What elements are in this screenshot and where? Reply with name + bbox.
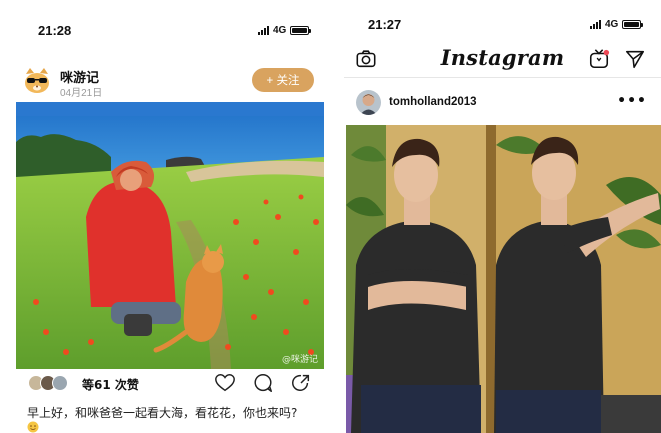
photo-watermark: @咪游记 bbox=[281, 355, 318, 365]
post-date: 04月21日 bbox=[60, 88, 103, 99]
notification-dot bbox=[603, 49, 610, 56]
user-avatar[interactable] bbox=[356, 90, 381, 115]
battery-icon bbox=[622, 20, 644, 29]
status-time: 21:27 bbox=[368, 17, 402, 32]
cat-sunglasses-icon[interactable] bbox=[22, 66, 52, 96]
signal-icon bbox=[590, 20, 601, 29]
instagram-logo[interactable]: Instagram bbox=[344, 45, 661, 70]
liker-avatar[interactable] bbox=[52, 375, 68, 391]
right-phone-screen: 21:27 4G Instagram tomholland2013 ••• bbox=[344, 0, 661, 433]
network-label: 4G bbox=[273, 25, 287, 36]
screenshot-divider bbox=[330, 0, 344, 433]
post-photo-seaside-cat[interactable]: @咪游记 bbox=[16, 102, 324, 369]
more-options-button[interactable]: ••• bbox=[617, 93, 647, 109]
engagement-row: 等61 次赞 bbox=[28, 372, 318, 396]
signal-icon bbox=[258, 26, 269, 35]
status-bar: 21:28 4G bbox=[0, 0, 330, 40]
seaside-scene-image bbox=[16, 102, 324, 369]
status-bar: 21:27 4G bbox=[344, 0, 661, 40]
post-caption: 早上好，和咪爸爸一起看大海，看花花，你也来吗? bbox=[27, 406, 298, 420]
comment-icon[interactable] bbox=[252, 372, 274, 394]
follow-button[interactable]: + 关注 bbox=[252, 68, 314, 92]
instagram-top-bar: Instagram bbox=[344, 40, 661, 78]
post-header: 咪游记 04月21日 + 关注 bbox=[22, 62, 320, 102]
status-indicators: 4G bbox=[590, 19, 644, 30]
battery-icon bbox=[290, 26, 312, 35]
direct-message-icon[interactable] bbox=[624, 48, 646, 70]
left-phone-screen: 21:28 4G 咪游记 04月21日 + 关注 @咪游记 等61 次赞 早上好… bbox=[0, 0, 330, 433]
status-indicators: 4G bbox=[258, 25, 312, 36]
post-photo-two-men[interactable] bbox=[346, 125, 661, 433]
network-label: 4G bbox=[605, 19, 619, 30]
post-header: tomholland2013 ••• bbox=[344, 85, 661, 121]
status-time: 21:28 bbox=[38, 23, 72, 38]
heart-icon[interactable] bbox=[214, 372, 236, 394]
smile-emoji-icon bbox=[27, 421, 39, 433]
likes-count[interactable]: 等61 次赞 bbox=[82, 376, 139, 393]
share-icon[interactable] bbox=[290, 372, 312, 394]
post-photo-image bbox=[346, 125, 661, 433]
post-username[interactable]: tomholland2013 bbox=[389, 96, 477, 108]
igtv-icon[interactable] bbox=[588, 48, 610, 70]
